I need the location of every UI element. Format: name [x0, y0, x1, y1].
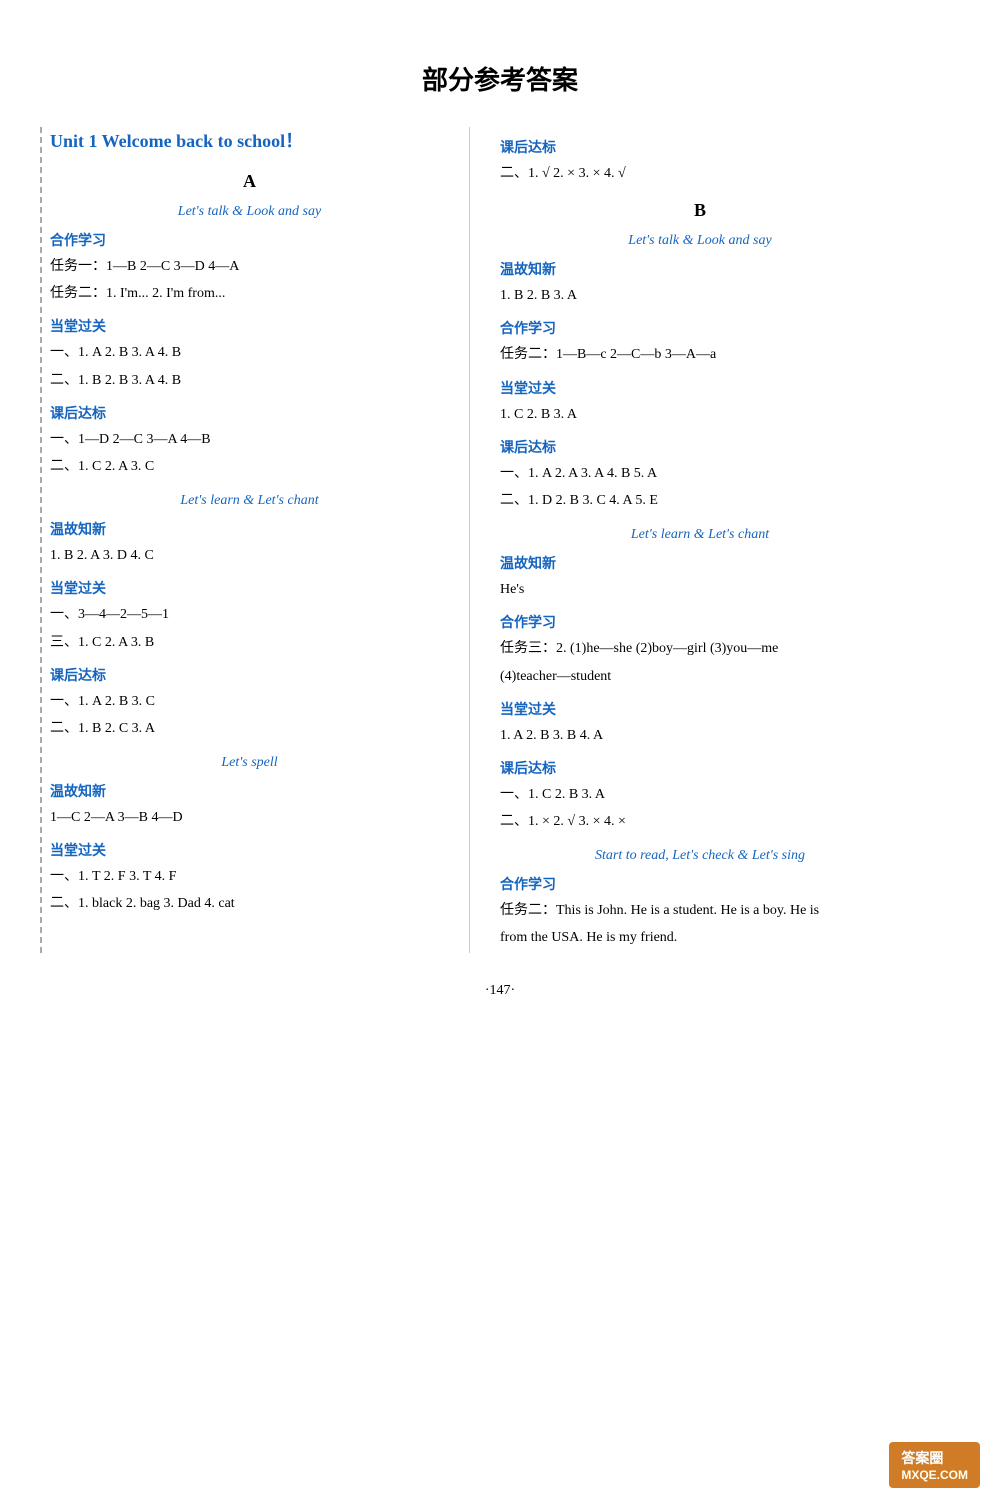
ans-b3-2: from the USA. He is my friend. — [500, 925, 900, 950]
ans-a2-3: 三、1. C 2. A 3. B — [50, 630, 449, 655]
ans-a1-1: 任务一：1—B 2—C 3—D 4—A — [50, 254, 449, 279]
ans-a1-6: 二、1. C 2. A 3. C — [50, 454, 449, 479]
section-a-letter: A — [50, 171, 449, 192]
ans-b2-5: 一、1. C 2. B 3. A — [500, 782, 900, 807]
ans-a1-3: 一、1. A 2. B 3. A 4. B — [50, 340, 449, 365]
ans-a3-2: 一、1. T 2. F 3. T 4. F — [50, 864, 449, 889]
subsection-read-b: Start to read, Let's check & Let's sing — [500, 848, 900, 864]
ans-b2-1: He's — [500, 577, 900, 602]
subsection-learn-b: Let's learn & Let's chant — [500, 527, 900, 543]
ans-b2-3: (4)teacher—student — [500, 664, 900, 689]
cat-class-b1: 当堂过关 — [500, 378, 900, 398]
ans-b1-1: 1. B 2. B 3. A — [500, 283, 900, 308]
cat-after-a1: 课后达标 — [50, 403, 449, 423]
subsection-talk-b: Let's talk & Look and say — [500, 233, 900, 249]
ans-b2-4: 1. A 2. B 3. B 4. A — [500, 723, 900, 748]
ans-a2-2: 一、3—4—2—5—1 — [50, 602, 449, 627]
ans-b1-4: 一、1. A 2. A 3. A 4. B 5. A — [500, 461, 900, 486]
cat-cooperation-b3: 合作学习 — [500, 874, 900, 894]
watermark-line2: MXQE.COM — [901, 1468, 968, 1482]
ans-b1-2: 任务二：1—B—c 2—C—b 3—A—a — [500, 342, 900, 367]
page: 部分参考答案 Unit 1 Welcome back to school！ A … — [0, 0, 1000, 1508]
watermark-line1: 答案圈 — [901, 1448, 968, 1468]
cat-after-a2: 课后达标 — [50, 665, 449, 685]
cat-after-b2: 课后达标 — [500, 758, 900, 778]
cat-after-pre-b: 课后达标 — [500, 137, 900, 157]
page-number: ·147· — [40, 983, 960, 999]
cat-class-a3: 当堂过关 — [50, 840, 449, 860]
right-column: 课后达标 二、1. √ 2. × 3. × 4. √ B Let's talk … — [470, 127, 900, 953]
ans-a2-4: 一、1. A 2. B 3. C — [50, 689, 449, 714]
ans-a2-5: 二、1. B 2. C 3. A — [50, 716, 449, 741]
cat-class-a1: 当堂过关 — [50, 316, 449, 336]
ans-b3-1: 任务二：This is John. He is a student. He is… — [500, 898, 900, 923]
ans-a2-1: 1. B 2. A 3. D 4. C — [50, 543, 449, 568]
section-b-letter: B — [500, 200, 900, 221]
unit-title: Unit 1 Welcome back to school！ — [50, 127, 449, 153]
ans-b2-2: 任务三：2. (1)he—she (2)boy—girl (3)you—me — [500, 636, 900, 661]
watermark: 答案圈 MXQE.COM — [889, 1442, 980, 1488]
cat-class-a2: 当堂过关 — [50, 578, 449, 598]
ans-a1-2: 任务二：1. I'm... 2. I'm from... — [50, 281, 449, 306]
ans-b1-3: 1. C 2. B 3. A — [500, 402, 900, 427]
ans-a3-3: 二、1. black 2. bag 3. Dad 4. cat — [50, 891, 449, 916]
ans-b2-6: 二、1. × 2. √ 3. × 4. × — [500, 809, 900, 834]
cat-review-a3: 温故知新 — [50, 781, 449, 801]
ans-a1-5: 一、1—D 2—C 3—A 4—B — [50, 427, 449, 452]
cat-review-b1: 温故知新 — [500, 259, 900, 279]
content-area: Unit 1 Welcome back to school！ A Let's t… — [40, 127, 960, 953]
ans-a3-1: 1—C 2—A 3—B 4—D — [50, 805, 449, 830]
ans-b1-5: 二、1. D 2. B 3. C 4. A 5. E — [500, 488, 900, 513]
cat-cooperation-b2: 合作学习 — [500, 612, 900, 632]
ans-pre-b-1: 二、1. √ 2. × 3. × 4. √ — [500, 161, 900, 186]
subsection-spell-a: Let's spell — [50, 755, 449, 771]
subsection-learn-a: Let's learn & Let's chant — [50, 493, 449, 509]
cat-cooperation-a1: 合作学习 — [50, 230, 449, 250]
main-title: 部分参考答案 — [40, 60, 960, 97]
ans-a1-4: 二、1. B 2. B 3. A 4. B — [50, 368, 449, 393]
cat-cooperation-b1: 合作学习 — [500, 318, 900, 338]
cat-after-b1: 课后达标 — [500, 437, 900, 457]
left-column: Unit 1 Welcome back to school！ A Let's t… — [40, 127, 470, 953]
subsection-talk-a: Let's talk & Look and say — [50, 204, 449, 220]
cat-review-b2: 温故知新 — [500, 553, 900, 573]
cat-review-a2: 温故知新 — [50, 519, 449, 539]
cat-class-b2: 当堂过关 — [500, 699, 900, 719]
